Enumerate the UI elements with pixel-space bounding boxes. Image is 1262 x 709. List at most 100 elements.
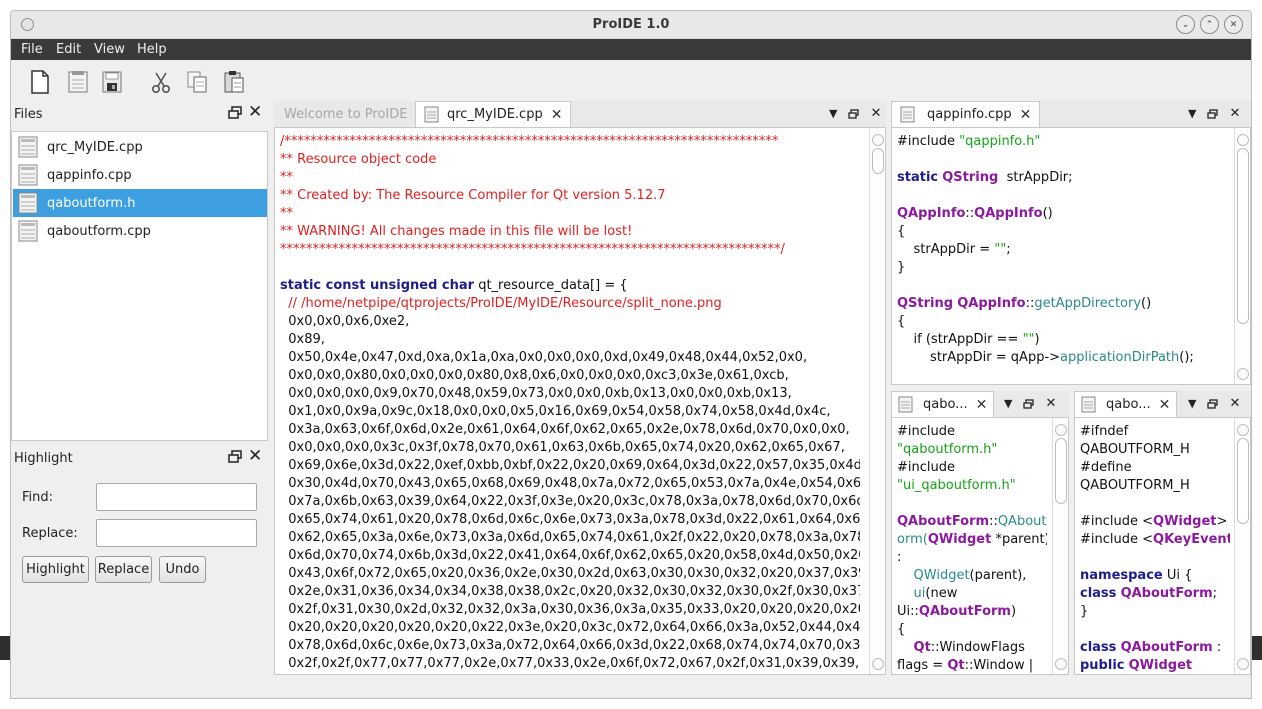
code-token: 0x2f,0x31,0x30,0x2d,0x32,0x32,0x3a,0x30,… [280,602,860,617]
scroll-down-icon[interactable] [1237,658,1249,670]
code-token: getAppDirectory [1034,296,1142,311]
tab-list-dropdown-icon[interactable]: ▼ [1188,397,1196,410]
tab-qaboutform-cpp[interactable]: qabo... ✕ [891,391,995,417]
scroll-down-icon[interactable] [1237,368,1249,380]
tab-qappinfo[interactable]: qappinfo.cpp ✕ [891,101,1041,127]
scroll-thumb[interactable] [1055,438,1067,504]
close-panel-icon[interactable]: ✕ [1229,106,1240,121]
file-name: qappinfo.cpp [47,167,132,183]
code-line: // /home/netpipe/qtprojects/ProIDE/MyIDE… [280,295,860,313]
menu-edit[interactable]: Edit [56,42,81,57]
minimize-button[interactable]: ⌄ [1176,15,1195,34]
float-panel-icon[interactable] [1207,108,1219,119]
cut-button[interactable] [148,69,174,95]
code-line: ** [280,169,860,187]
replace-input[interactable] [96,519,257,547]
tab-list-dropdown-icon[interactable]: ▼ [1188,107,1196,120]
float-panel-icon[interactable] [228,450,242,463]
tab-qaboutform-h[interactable]: qabo... ✕ [1074,391,1178,417]
scroll-thumb[interactable] [1237,438,1249,524]
menu-file[interactable]: File [21,42,43,57]
appinfo-vertical-scrollbar[interactable] [1234,128,1250,384]
main-vertical-scrollbar[interactable] [869,128,885,674]
close-panel-icon[interactable]: ✕ [870,106,881,121]
code-token: QWidget [913,568,970,583]
close-tab-icon[interactable]: ✕ [1020,107,1032,123]
close-panel-icon[interactable]: ✕ [248,448,262,465]
tab-welcome[interactable]: Welcome to ProIDE [284,101,407,127]
scroll-up-icon[interactable] [872,134,884,146]
scroll-thumb[interactable] [1237,148,1249,324]
copy-icon [187,71,207,93]
tab-list-dropdown-icon[interactable]: ▼ [829,107,837,120]
scroll-up-icon[interactable] [1237,424,1249,436]
close-panel-icon[interactable]: ✕ [248,104,262,121]
code-token: 0x50,0x4e,0x47,0xd,0xa,0x1a,0xa,0x0,0x0,… [280,350,808,365]
float-panel-icon[interactable] [1207,398,1219,409]
code-token: ui [913,586,926,601]
save-icon [102,71,122,93]
open-file-icon [68,71,88,93]
code-token: () [1042,206,1053,221]
aboutform-h-tab-controls: ▼ ✕ [1188,396,1240,411]
code-token: class [1080,640,1117,655]
undo-button[interactable]: Undo [159,556,206,583]
float-panel-icon[interactable] [1023,398,1035,409]
file-list-item[interactable]: qappinfo.cpp [13,161,267,189]
code-token: flags = [897,658,948,673]
code-token: ** Created by: The Resource Compiler for… [280,188,666,203]
code-token: 0x89, [280,332,325,347]
code-token: 0x30,0x4d,0x70,0x43,0x65,0x68,0x69,0x48,… [280,476,860,491]
float-panel-icon[interactable] [848,108,860,119]
app-window: ProIDE 1.0 ⌄ ⌃ ✕ File Edit View Help Fil… [10,10,1252,699]
menu-help[interactable]: Help [137,42,167,57]
code-token: 0x78,0x6d,0x6c,0x6e,0x73,0x3a,0x72,0x64,… [280,638,860,653]
code-token: 0x62,0x65,0x3a,0x6e,0x73,0x3a,0x6d,0x65,… [280,530,860,545]
copy-button[interactable] [184,69,210,95]
float-panel-icon[interactable] [228,106,242,119]
replace-button[interactable]: Replace [95,556,152,583]
close-tab-icon[interactable]: ✕ [551,107,563,123]
aboutform-h-code-editor[interactable]: #ifndef QABOUTFORM_H #define QABOUTFORM_H #i… [1074,417,1251,675]
find-label: Find: [22,490,54,505]
code-token: #include [897,134,960,149]
code-token: QAboutForm [897,514,990,529]
file-list-item[interactable]: qaboutform.h [13,189,267,217]
code-line: #include <QWidget> [1080,513,1230,531]
main-code-editor[interactable]: /***************************************… [274,127,886,675]
code-token: Qt [947,658,965,673]
scroll-down-icon[interactable] [872,658,884,670]
code-token: orm( [897,532,928,547]
new-file-button[interactable] [27,69,53,95]
scroll-up-icon[interactable] [1237,134,1249,146]
find-input[interactable] [96,483,257,511]
close-window-button[interactable]: ✕ [1224,15,1243,34]
open-file-button[interactable] [65,69,91,95]
appinfo-code-editor[interactable]: #include "qappinfo.h" static QString strA… [891,127,1251,385]
tab-qrc-myide-label: qrc_MyIDE.cpp [447,107,543,122]
window-title: ProIDE 1.0 [592,17,670,32]
close-panel-icon[interactable]: ✕ [1045,396,1056,411]
close-tab-icon[interactable]: ✕ [1159,397,1171,413]
menu-view[interactable]: View [94,42,125,57]
tab-qrc-myide[interactable]: qrc_MyIDE.cpp ✕ [415,101,572,127]
scroll-down-icon[interactable] [1055,658,1067,670]
file-list-item[interactable]: qaboutform.cpp [13,217,267,245]
close-tab-icon[interactable]: ✕ [976,397,988,413]
file-list-item[interactable]: qrc_MyIDE.cpp [13,133,267,161]
highlight-button[interactable]: Highlight [22,556,89,583]
scroll-up-icon[interactable] [1055,424,1067,436]
maximize-button[interactable]: ⌃ [1200,15,1219,34]
code-line: QString QAppInfo::getAppDirectory() [897,295,1227,313]
aboutform-cpp-vertical-scrollbar[interactable] [1052,418,1068,674]
code-token: QAboutForm [1120,586,1213,601]
code-token: ** [280,206,293,221]
scroll-thumb[interactable] [872,148,884,174]
save-button[interactable] [99,69,125,95]
aboutform-h-vertical-scrollbar[interactable] [1234,418,1250,674]
aboutform-cpp-code-editor[interactable]: #include "qaboutform.h" #include "ui_qabout… [891,417,1069,675]
tab-list-dropdown-icon[interactable]: ▼ [1004,397,1012,410]
paste-button[interactable] [221,69,247,95]
close-panel-icon[interactable]: ✕ [1229,396,1240,411]
